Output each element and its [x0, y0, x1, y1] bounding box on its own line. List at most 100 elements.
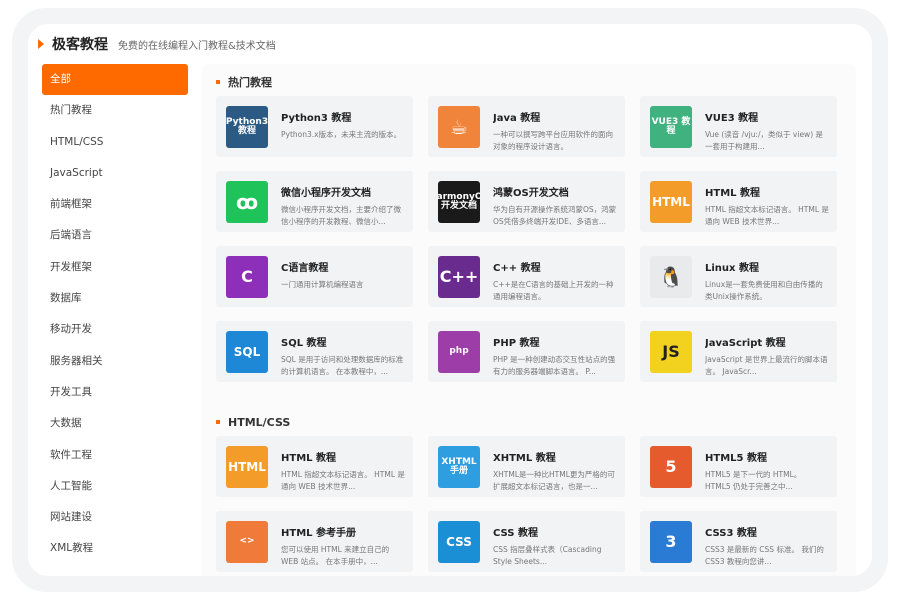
tutorial-card[interactable]: JS JavaScript 教程 JavaScript 是世界上最流行的脚本语言。 …	[640, 321, 837, 382]
card-body: HTML5 教程 HTML5 是下一代的 HTML。 HTML5 仍处于完善之中.…	[705, 446, 829, 493]
tutorial-card[interactable]: SQL SQL 教程 SQL 是用于访问和处理数据库的标准的计算机语言。 在本教程中…	[216, 321, 413, 382]
css-icon: CSS	[438, 521, 480, 563]
card-body: C语言教程一门通用计算机编程语言	[281, 256, 405, 303]
sidebar-item[interactable]: HTML/CSS	[42, 127, 188, 158]
tutorial-card[interactable]: VUE3 教程 VUE3 教程 Vue (读音 /vjuː/，类似于 view) 是…	[640, 96, 837, 157]
html-reference-icon: <>	[226, 521, 268, 563]
card-description: 一种可以撰写跨平台应用软件的面向对象的程序设计语言。	[493, 130, 613, 151]
card-body: SQL 教程 SQL 是用于访问和处理数据库的标准的计算机语言。 在本教程中，..…	[281, 331, 405, 378]
card-body: XHTML 教程 XHTML是一种比HTML更为严格的可扩展超文本标记语言，也是一…	[493, 446, 617, 493]
page-header: 极客教程 免费的在线编程入门教程&技术文档	[38, 32, 276, 56]
section-title: HTML/CSS	[216, 412, 290, 432]
sidebar-item[interactable]: 网站建设	[42, 502, 188, 533]
sidebar-item[interactable]: 软件工程	[42, 440, 188, 471]
card-title[interactable]: HTML 参考手册	[281, 524, 405, 539]
card-title[interactable]: 微信小程序开发文档	[281, 184, 405, 199]
card-description: CSS 指层叠样式表（Cascading Style Sheets...	[493, 545, 602, 566]
main-panel: 极客教程 免费的在线编程入门教程&技术文档 全部 热门教程 HTML/CSS Java…	[28, 24, 872, 576]
card-title[interactable]: HTML 教程	[705, 184, 829, 199]
page-subtitle: 免费的在线编程入门教程&技术文档	[118, 40, 276, 52]
card-body: HTML 教程 HTML 指超文本标记语言。 HTML 是通向 WEB 技术世界.…	[281, 446, 405, 493]
card-body: Java 教程一种可以撰写跨平台应用软件的面向对象的程序设计语言。	[493, 106, 617, 153]
sidebar-item[interactable]: XML教程	[42, 533, 188, 564]
tutorial-card[interactable]: CSS CSS 教程 CSS 指层叠样式表（Cascading Style Shee…	[428, 511, 625, 572]
card-description: 微信小程序开发文档，主要介绍了微信小程序的开发教程、微信小...	[281, 205, 401, 226]
card-body: HTML 教程 HTML 指超文本标记语言。 HTML 是通向 WEB 技术世界.…	[705, 181, 829, 228]
card-title[interactable]: VUE3 教程	[705, 109, 829, 124]
section-marker-icon	[216, 80, 220, 84]
browser-frame: 极客教程 免费的在线编程入门教程&技术文档 全部 热门教程 HTML/CSS Java…	[12, 8, 888, 592]
sidebar-item[interactable]: 大数据	[42, 408, 188, 439]
card-title[interactable]: XHTML 教程	[493, 449, 617, 464]
sidebar-item[interactable]: 数据库	[42, 283, 188, 314]
page-title: 极客教程	[52, 37, 108, 53]
tutorial-card[interactable]: 5 HTML5 教程 HTML5 是下一代的 HTML。 HTML5 仍处于完善之中…	[640, 436, 837, 497]
sidebar-item[interactable]: 服务器相关	[42, 346, 188, 377]
tutorial-card[interactable]: HarmonyOS 开发文档鸿蒙OS开发文档华为自有开源操作系统鸿蒙OS，鸿蒙O…	[428, 171, 625, 232]
sidebar-item[interactable]: 全部	[42, 64, 188, 96]
card-description: Python3.x版本，未来主流的版本。	[281, 130, 402, 139]
card-description: 一门通用计算机编程语言	[281, 280, 364, 289]
card-title[interactable]: Linux 教程	[705, 259, 829, 274]
javascript-icon: JS	[650, 331, 692, 373]
card-description: XHTML是一种比HTML更为严格的可扩展超文本标记语言，也是一...	[493, 470, 615, 491]
card-body: HTML 参考手册您可以使用 HTML 来建立自己的 WEB 站点。 在本手册中…	[281, 521, 405, 568]
card-title[interactable]: C++ 教程	[493, 259, 617, 274]
tutorial-card[interactable]: ꝏ 微信小程序开发文档微信小程序开发文档，主要介绍了微信小程序的开发教程、微信小.…	[216, 171, 413, 232]
sidebar-item[interactable]: 开发框架	[42, 252, 188, 283]
tutorial-card[interactable]: C++ C++ 教程 C++是在C语言的基础上开发的一种通用编程语言。	[428, 246, 625, 307]
cpp-icon: C++	[438, 256, 480, 298]
card-title[interactable]: 鸿蒙OS开发文档	[493, 184, 617, 199]
tutorial-card[interactable]: HTML HTML 教程 HTML 指超文本标记语言。 HTML 是通向 WEB 技…	[216, 436, 413, 497]
tutorial-card[interactable]: <> HTML 参考手册您可以使用 HTML 来建立自己的 WEB 站点。 在本手…	[216, 511, 413, 572]
card-description: 您可以使用 HTML 来建立自己的 WEB 站点。 在本手册中，...	[281, 545, 390, 566]
card-title[interactable]: CSS3 教程	[705, 524, 829, 539]
tutorial-card[interactable]: Python3 教程 Python3 教程 Python3.x版本，未来主流的版本。	[216, 96, 413, 157]
card-title[interactable]: PHP 教程	[493, 334, 617, 349]
category-sidebar: 全部 热门教程 HTML/CSS JavaScript 前端框架 后端语言 开发框架 数据库移…	[42, 64, 188, 565]
tutorial-card[interactable]: HTML HTML 教程 HTML 指超文本标记语言。 HTML 是通向 WEB 技…	[640, 171, 837, 232]
card-title[interactable]: C语言教程	[281, 259, 405, 274]
card-title[interactable]: HTML5 教程	[705, 449, 829, 464]
tutorial-card[interactable]: C C语言教程 一门通用计算机编程语言	[216, 246, 413, 307]
wechat-miniprogram-icon: ꝏ	[226, 181, 268, 223]
sidebar-item[interactable]: 开发工具	[42, 377, 188, 408]
tutorial-card[interactable]: XHTML手册 XHTML 教程 XHTML是一种比HTML更为严格的可扩展超文本标…	[428, 436, 625, 497]
card-title[interactable]: Java 教程	[493, 109, 617, 124]
html-icon: HTML	[650, 181, 692, 223]
html-icon: HTML	[226, 446, 268, 488]
java-icon: ☕	[438, 106, 480, 148]
sidebar-item[interactable]: 热门教程	[42, 95, 188, 126]
card-description: HTML5 是下一代的 HTML。 HTML5 仍处于完善之中...	[705, 470, 802, 491]
card-description: HTML 指超文本标记语言。 HTML 是通向 WEB 技术世界...	[705, 205, 829, 226]
card-description: HTML 指超文本标记语言。 HTML 是通向 WEB 技术世界...	[281, 470, 405, 491]
card-title[interactable]: JavaScript 教程	[705, 334, 829, 349]
section-marker-icon	[216, 420, 220, 424]
css3-icon: 3	[650, 521, 692, 563]
card-title[interactable]: SQL 教程	[281, 334, 405, 349]
xhtml-icon: XHTML手册	[438, 446, 480, 488]
card-body: C++ 教程 C++是在C语言的基础上开发的一种通用编程语言。	[493, 256, 617, 303]
card-title[interactable]: CSS 教程	[493, 524, 617, 539]
card-description: 华为自有开源操作系统鸿蒙OS，鸿蒙OS凭借多终端开发IDE、多语言...	[493, 205, 617, 226]
sidebar-item[interactable]: 后端语言	[42, 220, 188, 251]
sidebar-item[interactable]: 移动开发	[42, 314, 188, 345]
sidebar-item[interactable]: 前端框架	[42, 189, 188, 220]
tutorial-card[interactable]: php PHP 教程 PHP 是一种创建动态交互性站点的强有力的服务器端脚本语言。 …	[428, 321, 625, 382]
card-title[interactable]: Python3 教程	[281, 109, 405, 124]
section-label: 热门教程	[228, 76, 272, 89]
sidebar-item[interactable]: 人工智能	[42, 471, 188, 502]
linux-icon: 🐧	[650, 256, 692, 298]
card-body: JavaScript 教程 JavaScript 是世界上最流行的脚本语言。 Ja…	[705, 331, 829, 378]
tutorial-card[interactable]: 3 CSS3 教程 CSS3 是最新的 CSS 标准。 我们的 CSS3 教程向您讲…	[640, 511, 837, 572]
header-marker-icon	[38, 39, 44, 49]
card-description: C++是在C语言的基础上开发的一种通用编程语言。	[493, 280, 614, 301]
tutorial-card[interactable]: 🐧 Linux 教程 Linux是一套免费使用和自由传播的类Unix操作系统。	[640, 246, 837, 307]
sidebar-item[interactable]: JavaScript	[42, 158, 188, 189]
vue-icon: VUE3 教程	[650, 106, 692, 148]
tutorial-content: 热门教程 Python3 教程 Python3 教程 Python3.x版本，未来主流…	[202, 64, 856, 576]
python-icon: Python3 教程	[226, 106, 268, 148]
card-title[interactable]: HTML 教程	[281, 449, 405, 464]
card-body: CSS 教程 CSS 指层叠样式表（Cascading Style Sheets.…	[493, 521, 617, 568]
tutorial-card[interactable]: ☕ Java 教程一种可以撰写跨平台应用软件的面向对象的程序设计语言。	[428, 96, 625, 157]
